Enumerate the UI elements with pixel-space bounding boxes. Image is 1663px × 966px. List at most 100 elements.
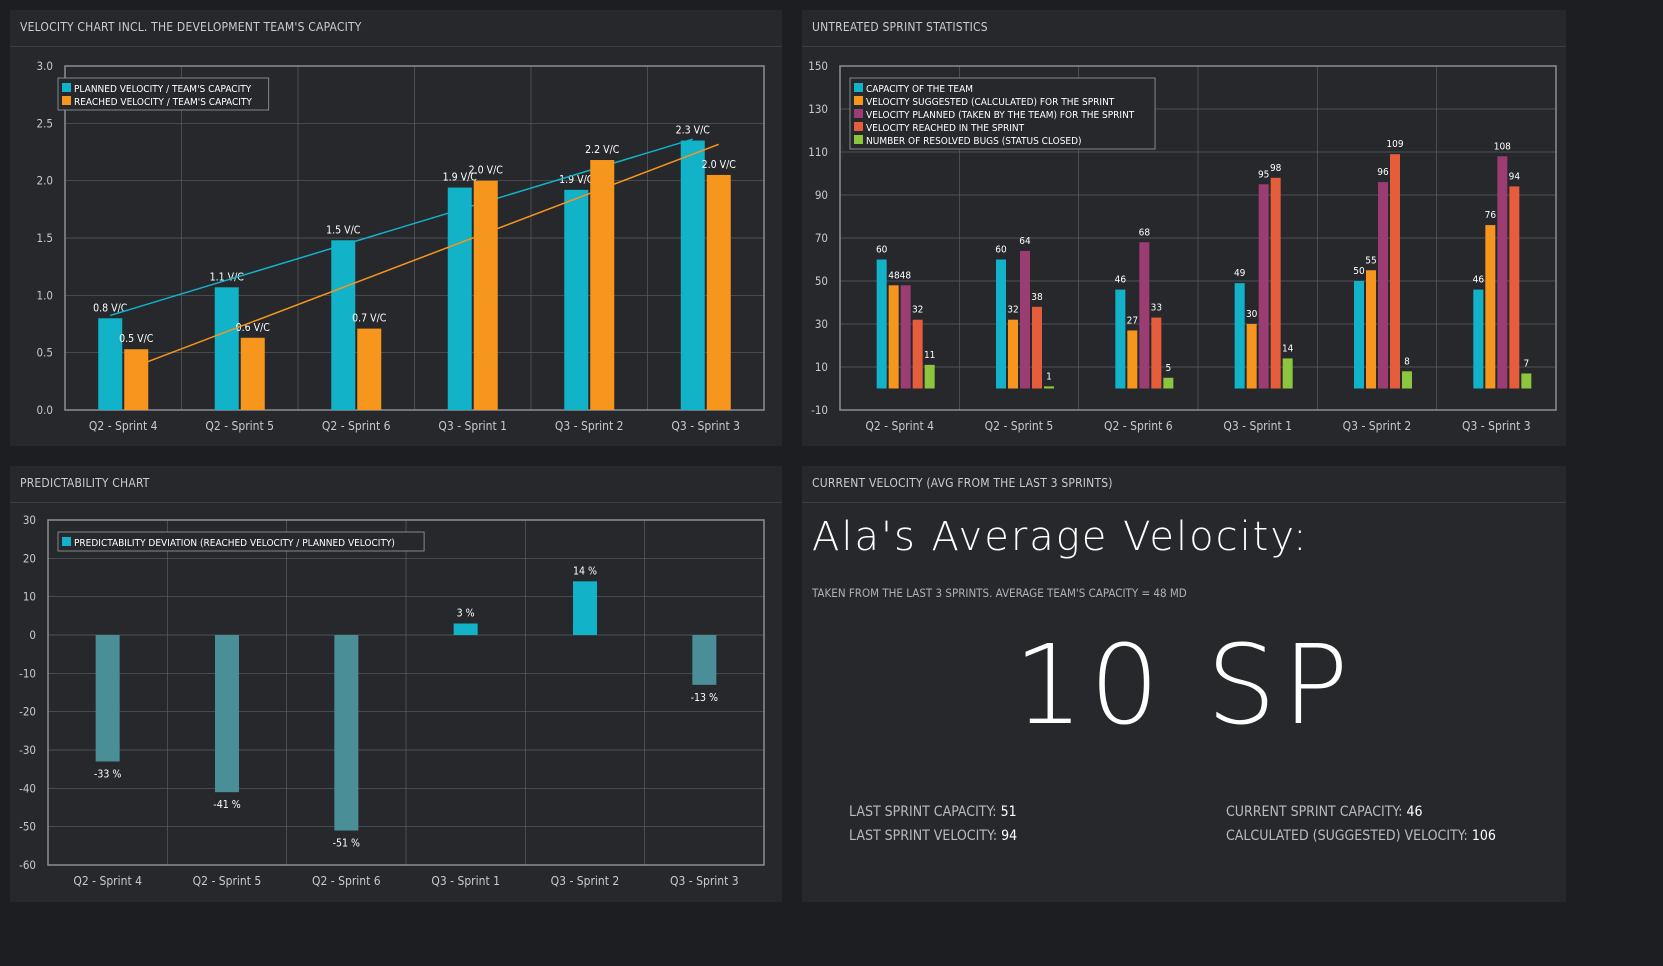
stat-value: 51 — [1000, 804, 1017, 820]
data-label: -51 % — [333, 838, 360, 850]
bar — [124, 349, 149, 410]
y-tick-label: 3.0 — [37, 59, 53, 73]
y-tick-label: 130 — [808, 102, 828, 116]
bar — [1032, 306, 1042, 389]
bar — [1139, 242, 1150, 389]
legend-label: PLANNED VELOCITY / TEAM'S CAPACITY — [74, 84, 252, 95]
legend-swatch — [62, 83, 71, 92]
average-velocity-value: 10 SP — [1013, 621, 1355, 749]
bar — [1044, 386, 1054, 389]
bar — [1008, 319, 1018, 389]
y-tick-label: 1.0 — [37, 288, 53, 302]
current-sprint-capacity: CURRENT SPRINT CAPACITY: 46 — [1226, 804, 1423, 820]
x-tick-label: Q2 - Sprint 4 — [865, 419, 934, 433]
bar — [1115, 289, 1126, 389]
y-tick-label: 30 — [815, 317, 828, 331]
bar — [1521, 373, 1532, 389]
legend-swatch — [854, 96, 863, 105]
data-label: 0.5 V/C — [119, 333, 154, 345]
bar — [1378, 182, 1388, 389]
trendline — [135, 143, 720, 367]
bar — [1473, 289, 1484, 389]
data-label: 1.9 V/C — [559, 174, 594, 186]
data-label: 2.0 V/C — [702, 159, 737, 171]
calculated-velocity: CALCULATED (SUGGESTED) VELOCITY: 106 — [1226, 828, 1496, 844]
data-label: -13 % — [691, 692, 718, 704]
data-label: 95 — [1258, 169, 1269, 180]
bar — [357, 328, 382, 410]
bar — [473, 180, 498, 410]
x-tick-label: Q2 - Sprint 5 — [985, 419, 1054, 433]
bar — [876, 259, 887, 389]
y-tick-label: 20 — [23, 551, 36, 565]
x-tick-label: Q3 - Sprint 2 — [555, 419, 624, 433]
legend-swatch — [854, 122, 863, 131]
predictability-panel: PREDICTABILITY CHART -60 -50 -40 -30 -20 -10 0… — [10, 466, 782, 902]
x-tick-label: Q3 - Sprint 1 — [431, 874, 500, 888]
data-label: 3 % — [457, 608, 475, 620]
last-sprint-velocity: LAST SPRINT VELOCITY: 94 — [849, 828, 1017, 844]
x-tick-label: Q3 - Sprint 3 — [671, 419, 740, 433]
x-tick-label: Q3 - Sprint 2 — [551, 874, 620, 888]
data-label: 68 — [1139, 227, 1151, 238]
y-tick-label: 10 — [815, 360, 828, 374]
data-label: 0.6 V/C — [236, 322, 271, 334]
data-label: 94 — [1509, 171, 1521, 182]
data-label: 109 — [1386, 139, 1403, 150]
data-label: 60 — [876, 245, 888, 256]
bar — [1151, 317, 1162, 389]
data-label: 96 — [1377, 167, 1389, 178]
panel-title: CURRENT VELOCITY (AVG FROM THE LAST 3 SP… — [812, 476, 1113, 490]
data-label: 1.1 V/C — [210, 271, 245, 283]
bar — [1127, 330, 1138, 389]
data-label: 60 — [995, 245, 1007, 256]
divider — [802, 502, 1566, 503]
bar — [1163, 377, 1174, 389]
y-tick-label: -60 — [19, 858, 36, 872]
last-sprint-capacity: LAST SPRINT CAPACITY: 51 — [849, 804, 1017, 820]
bar — [1485, 225, 1496, 389]
average-velocity-subheading: TAKEN FROM THE LAST 3 SPRINTS. AVERAGE T… — [812, 586, 1187, 600]
data-label: 46 — [1473, 275, 1485, 286]
bar — [1258, 184, 1269, 389]
x-tick-label: Q3 - Sprint 2 — [1343, 419, 1412, 433]
bar — [331, 240, 356, 410]
stat-value: 94 — [1001, 828, 1018, 844]
data-label: 38 — [1031, 292, 1043, 303]
bar — [888, 285, 899, 389]
data-label: 7 — [1523, 358, 1529, 369]
bar — [590, 160, 615, 410]
legend-swatch — [854, 83, 863, 92]
data-label: 14 — [1282, 343, 1294, 354]
x-tick-label: Q2 - Sprint 6 — [322, 419, 391, 433]
bar — [447, 187, 472, 410]
data-label: 1 — [1046, 371, 1052, 382]
x-tick-label: Q2 - Sprint 5 — [205, 419, 274, 433]
bar — [1390, 154, 1400, 389]
legend-swatch — [854, 109, 863, 118]
bar — [996, 259, 1006, 389]
data-label: 4848 — [888, 270, 911, 281]
bar — [1270, 177, 1281, 389]
y-tick-label: -40 — [19, 781, 36, 795]
legend-label: VELOCITY SUGGESTED (CALCULATED) FOR THE … — [866, 97, 1115, 108]
y-tick-label: 70 — [815, 231, 828, 245]
x-tick-label: Q3 - Sprint 1 — [1223, 419, 1292, 433]
bar — [924, 364, 935, 389]
legend-label: VELOCITY PLANNED (TAKEN BY THE TEAM) FOR… — [866, 110, 1135, 121]
x-tick-label: Q3 - Sprint 3 — [1462, 419, 1531, 433]
current-velocity-panel: CURRENT VELOCITY (AVG FROM THE LAST 3 SP… — [802, 466, 1566, 902]
data-label: 55 — [1365, 255, 1376, 266]
data-label: 32 — [912, 305, 923, 316]
x-tick-label: Q2 - Sprint 4 — [73, 874, 142, 888]
bar — [1402, 371, 1412, 389]
x-tick-label: Q2 - Sprint 6 — [312, 874, 381, 888]
y-tick-label: 30 — [23, 513, 36, 527]
untreated-statistics-chart: -101030507090110130150Q2 - Sprint 4 Q2 - … — [808, 59, 1557, 433]
y-tick-label: 110 — [808, 145, 828, 159]
legend-label: VELOCITY REACHED IN THE SPRINT — [866, 123, 1025, 134]
data-label: 11 — [924, 350, 935, 361]
bar — [706, 174, 731, 410]
data-label: 30 — [1246, 309, 1258, 320]
y-tick-label: 2.5 — [37, 116, 53, 130]
